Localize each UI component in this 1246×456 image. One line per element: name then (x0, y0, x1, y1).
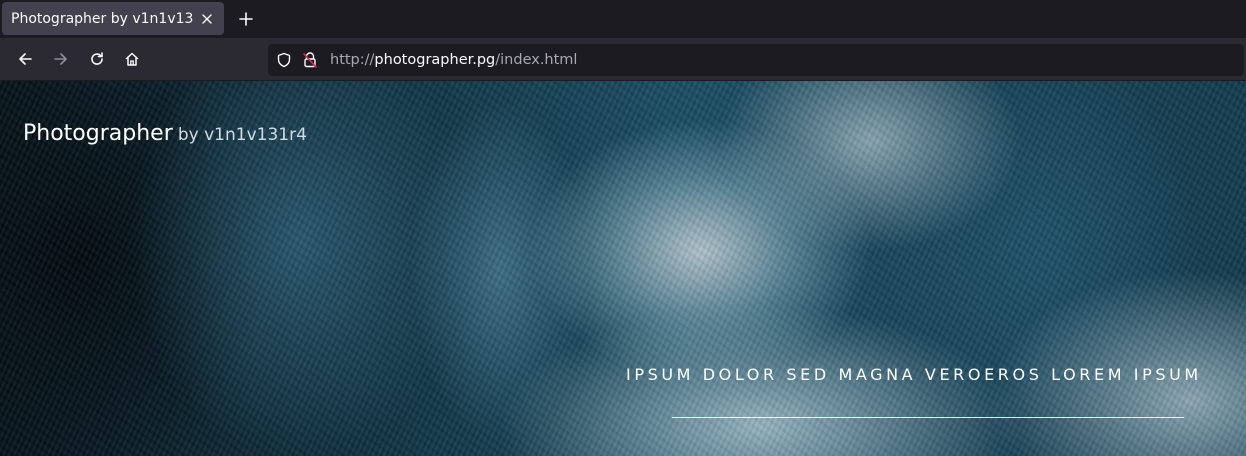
reload-icon[interactable] (83, 45, 111, 73)
back-arrow-icon[interactable] (11, 45, 39, 73)
url-text[interactable]: http://photographer.pg/index.html (330, 51, 577, 69)
close-icon[interactable] (194, 6, 220, 32)
page-viewport: Photographer by v1n1v131r4 IPSUM DOLOR S… (0, 81, 1246, 456)
hero-tagline: IPSUM DOLOR SED MAGNA VEROEROS LOREM IPS… (626, 365, 1202, 384)
url-host: photographer.pg (374, 52, 496, 68)
forward-arrow-icon[interactable] (47, 45, 75, 73)
site-name: Photographer (23, 121, 173, 146)
shield-icon[interactable] (276, 52, 292, 68)
tab-photographer[interactable]: Photographer by v1n1v131r4 (2, 2, 224, 35)
url-bar[interactable]: http://photographer.pg/index.html (268, 44, 1244, 76)
url-scheme: http:// (330, 52, 375, 68)
tab-strip: Photographer by v1n1v131r4 (0, 0, 1246, 38)
plus-icon[interactable] (232, 5, 260, 33)
url-path: /index.html (495, 52, 578, 68)
hero-divider (672, 417, 1184, 418)
site-author: by v1n1v131r4 (177, 125, 307, 145)
site-title-link[interactable]: Photographer by v1n1v131r4 (23, 121, 307, 146)
insecure-lock-icon[interactable] (302, 51, 318, 69)
tab-title: Photographer by v1n1v131r4 (11, 10, 194, 27)
home-icon[interactable] (118, 45, 146, 73)
